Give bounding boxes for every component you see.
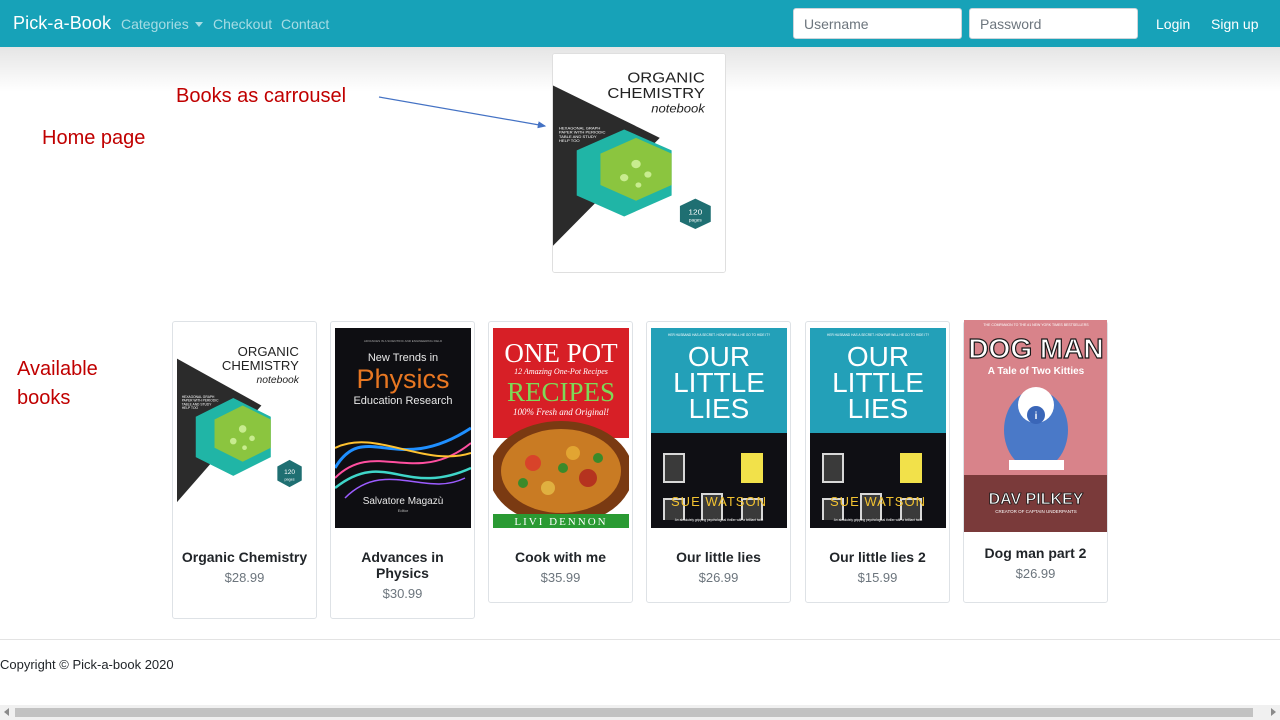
svg-text:Physics: Physics bbox=[356, 364, 449, 394]
cover-our-little-lies: HER HUSBAND HAS A SECRET. HOW FAR WILL H… bbox=[650, 327, 787, 528]
nav-checkout-link[interactable]: Checkout bbox=[213, 16, 272, 32]
book-cover[interactable]: HER HUSBAND HAS A SECRET. HOW FAR WILL H… bbox=[647, 322, 790, 530]
svg-text:LIVI DENNON: LIVI DENNON bbox=[514, 516, 607, 528]
svg-text:ADVANCES IN A SCIENTIFIC AND E: ADVANCES IN A SCIENTIFIC AND ENGINEERING… bbox=[363, 339, 442, 343]
svg-text:SUE WATSON: SUE WATSON bbox=[830, 494, 926, 509]
book-title[interactable]: Our little lies 2 bbox=[806, 549, 949, 565]
svg-text:pages: pages bbox=[284, 477, 294, 481]
book-cover[interactable]: HER HUSBAND HAS A SECRET. HOW FAR WILL H… bbox=[806, 322, 949, 530]
horizontal-scrollbar[interactable] bbox=[0, 705, 1280, 720]
book-title[interactable]: Organic Chemistry bbox=[173, 549, 316, 565]
svg-text:ONE POT: ONE POT bbox=[504, 338, 618, 368]
book-card[interactable]: THE COMPANION TO THE #1 NEW YORK TIMES B… bbox=[963, 320, 1108, 603]
book-price: $30.99 bbox=[382, 586, 423, 601]
book-price: $26.99 bbox=[1015, 566, 1056, 581]
book-cover[interactable]: ADVANCES IN A SCIENTIFIC AND ENGINEERING… bbox=[331, 322, 474, 530]
svg-text:LIES: LIES bbox=[688, 393, 749, 424]
svg-text:DOG MAN: DOG MAN bbox=[968, 333, 1103, 364]
svg-text:ORGANIC: ORGANIC bbox=[237, 343, 298, 358]
book-cover[interactable]: ORGANIC CHEMISTRY notebook HEXAGONAL GRA… bbox=[173, 322, 316, 530]
svg-text:HELP TOO: HELP TOO bbox=[559, 138, 580, 143]
nav-categories-label: Categories bbox=[121, 16, 189, 32]
svg-text:An absolutely gripping psychol: An absolutely gripping psychological thr… bbox=[833, 518, 922, 522]
username-input[interactable] bbox=[793, 8, 962, 39]
login-link[interactable]: Login bbox=[1156, 16, 1190, 32]
svg-text:12 Amazing One-Pot Recipes: 12 Amazing One-Pot Recipes bbox=[514, 367, 608, 376]
book-cover[interactable]: ONE POT 12 Amazing One-Pot Recipes RECIP… bbox=[489, 322, 632, 530]
cover-our-little-lies-2: HER HUSBAND HAS A SECRET. HOW FAR WILL H… bbox=[809, 327, 946, 528]
svg-text:notebook: notebook bbox=[256, 374, 299, 385]
caret-down-icon bbox=[194, 22, 203, 27]
svg-text:A Tale of Two Kitties: A Tale of Two Kitties bbox=[988, 366, 1085, 377]
cover-one-pot-recipes: ONE POT 12 Amazing One-Pot Recipes RECIP… bbox=[492, 327, 629, 528]
svg-text:HER HUSBAND HAS A SECRET. HOW: HER HUSBAND HAS A SECRET. HOW FAR WILL H… bbox=[668, 333, 770, 337]
svg-text:pages: pages bbox=[689, 218, 703, 223]
svg-text:HELP TOO: HELP TOO bbox=[181, 406, 198, 410]
carousel-cover-organic: ORGANIC CHEMISTRY notebook HEXAGONAL GRA… bbox=[553, 54, 725, 272]
signup-link[interactable]: Sign up bbox=[1211, 16, 1258, 32]
svg-text:100% Fresh and Original!: 100% Fresh and Original! bbox=[513, 407, 609, 417]
svg-text:LIES: LIES bbox=[847, 393, 908, 424]
svg-text:Editor: Editor bbox=[397, 508, 408, 513]
svg-text:i: i bbox=[1035, 411, 1038, 422]
svg-text:ORGANIC: ORGANIC bbox=[627, 70, 704, 86]
carousel-slide[interactable]: ORGANIC CHEMISTRY notebook HEXAGONAL GRA… bbox=[552, 53, 726, 273]
annotation-available-line1: Available bbox=[17, 358, 98, 380]
navbar: Pick-a-Book Categories Checkout Contact … bbox=[0, 0, 1280, 47]
book-card[interactable]: ONE POT 12 Amazing One-Pot Recipes RECIP… bbox=[488, 321, 633, 603]
svg-text:RECIPES: RECIPES bbox=[506, 377, 614, 407]
brand-link[interactable]: Pick-a-Book bbox=[13, 13, 111, 34]
cover-advances-in-physics: ADVANCES IN A SCIENTIFIC AND ENGINEERING… bbox=[334, 327, 471, 528]
nav-contact-link[interactable]: Contact bbox=[281, 16, 329, 32]
svg-text:CHEMISTRY: CHEMISTRY bbox=[607, 86, 705, 102]
book-price: $35.99 bbox=[540, 570, 581, 585]
annotation-available-line2: books bbox=[17, 387, 71, 409]
svg-text:120: 120 bbox=[688, 208, 703, 216]
svg-text:New Trends in: New Trends in bbox=[367, 352, 437, 364]
book-card[interactable]: ORGANIC CHEMISTRY notebook HEXAGONAL GRA… bbox=[172, 321, 317, 619]
svg-text:Education Research: Education Research bbox=[353, 395, 452, 407]
footer-divider bbox=[0, 639, 1280, 640]
scrollbar-thumb[interactable] bbox=[15, 708, 1253, 717]
book-price: $15.99 bbox=[857, 570, 898, 585]
svg-text:An absolutely gripping psychol: An absolutely gripping psychological thr… bbox=[674, 518, 763, 522]
annotation-home-page: Home page bbox=[42, 127, 146, 149]
book-cover[interactable]: THE COMPANION TO THE #1 NEW YORK TIMES B… bbox=[964, 320, 1107, 532]
svg-text:HER HUSBAND HAS A SECRET. HOW: HER HUSBAND HAS A SECRET. HOW FAR WILL H… bbox=[827, 333, 929, 337]
annotation-available-books: Available books bbox=[17, 355, 98, 413]
svg-text:Salvatore Magazù: Salvatore Magazù bbox=[362, 496, 443, 507]
svg-text:CREATOR OF CAPTAIN UNDERPANTS: CREATOR OF CAPTAIN UNDERPANTS bbox=[995, 509, 1076, 514]
password-input[interactable] bbox=[969, 8, 1138, 39]
book-title[interactable]: Cook with me bbox=[489, 549, 632, 565]
book-card[interactable]: HER HUSBAND HAS A SECRET. HOW FAR WILL H… bbox=[646, 321, 791, 603]
book-title[interactable]: Advances in Physics bbox=[331, 549, 474, 581]
book-title[interactable]: Our little lies bbox=[647, 549, 790, 565]
book-card[interactable]: ADVANCES IN A SCIENTIFIC AND ENGINEERING… bbox=[330, 321, 475, 619]
svg-text:notebook: notebook bbox=[651, 102, 706, 115]
book-card[interactable]: HER HUSBAND HAS A SECRET. HOW FAR WILL H… bbox=[805, 321, 950, 603]
footer-copyright: Copyright © Pick-a-book 2020 bbox=[0, 657, 174, 672]
cover-dog-man: THE COMPANION TO THE #1 NEW YORK TIMES B… bbox=[964, 320, 1107, 532]
book-price: $28.99 bbox=[224, 570, 265, 585]
cover-organic-chemistry: ORGANIC CHEMISTRY notebook HEXAGONAL GRA… bbox=[176, 329, 313, 526]
nav-categories-dropdown[interactable]: Categories bbox=[121, 16, 203, 32]
svg-text:THE COMPANION TO THE #1 NEW YO: THE COMPANION TO THE #1 NEW YORK TIMES B… bbox=[983, 323, 1089, 327]
svg-text:SUE WATSON: SUE WATSON bbox=[671, 494, 767, 509]
svg-text:120: 120 bbox=[284, 468, 295, 475]
scroll-right-arrow-icon[interactable] bbox=[1271, 708, 1276, 716]
svg-text:CHEMISTRY: CHEMISTRY bbox=[221, 357, 298, 372]
svg-text:DAV PILKEY: DAV PILKEY bbox=[989, 491, 1084, 508]
book-price: $26.99 bbox=[698, 570, 739, 585]
annotation-arrow bbox=[378, 96, 547, 129]
scroll-left-arrow-icon[interactable] bbox=[4, 708, 9, 716]
annotation-carousel: Books as carrousel bbox=[176, 85, 347, 107]
book-title[interactable]: Dog man part 2 bbox=[964, 545, 1107, 561]
